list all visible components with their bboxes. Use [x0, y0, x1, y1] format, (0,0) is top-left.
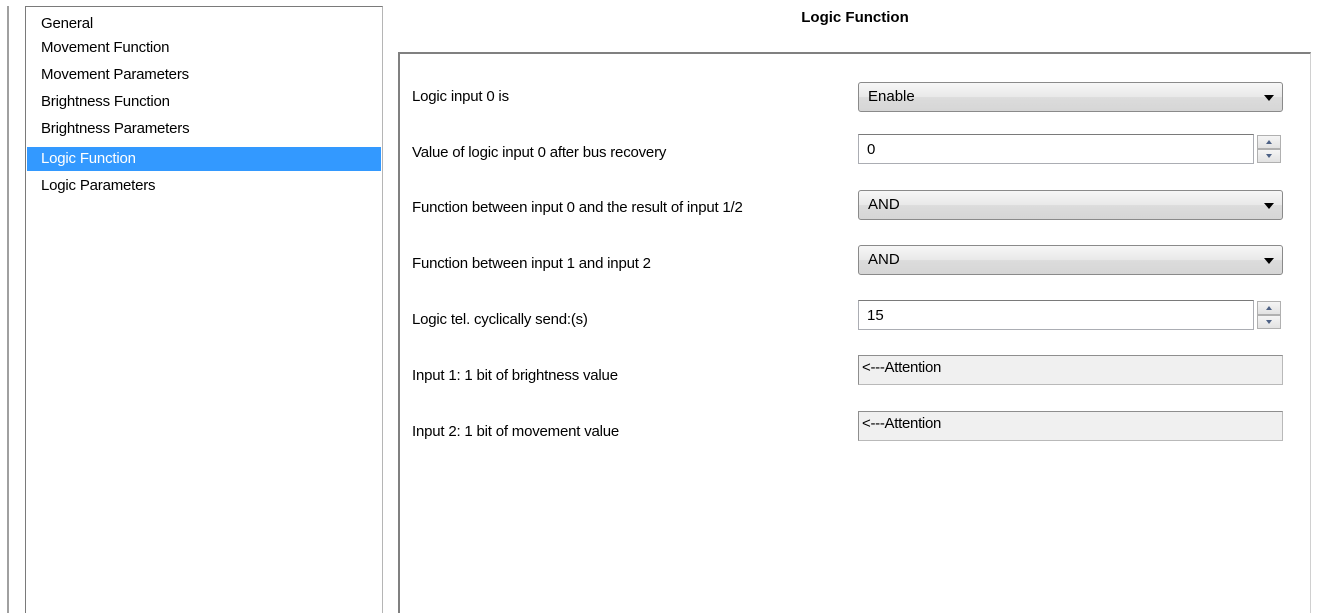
- chevron-down-icon: [1264, 203, 1274, 209]
- chevron-down-icon: [1264, 95, 1274, 101]
- spin-up-icon: [1266, 140, 1272, 144]
- function-input-1-2-dropdown[interactable]: AND: [858, 245, 1283, 275]
- knx-parameter-window: General Movement Function Movement Param…: [0, 0, 1324, 613]
- param-label-cyclic-send: Logic tel. cyclically send:(s): [412, 311, 588, 328]
- logic-input-0-dropdown[interactable]: Enable: [858, 82, 1283, 112]
- chevron-down-icon: [1264, 258, 1274, 264]
- spin-down-button[interactable]: [1257, 315, 1281, 329]
- value-after-bus-recovery-input[interactable]: [858, 134, 1254, 164]
- attention-text: <---Attention: [862, 359, 942, 376]
- dropdown-value: AND: [868, 251, 900, 268]
- param-label-function-input-0: Function between input 0 and the result …: [412, 199, 743, 216]
- cyclic-send-spinbox: [858, 300, 1283, 330]
- spin-up-button[interactable]: [1257, 301, 1281, 315]
- nav-item-logic-function[interactable]: Logic Function: [27, 147, 381, 171]
- spin-down-button[interactable]: [1257, 149, 1281, 163]
- parameter-tree: General Movement Function Movement Param…: [25, 6, 383, 613]
- nav-item-movement-parameters[interactable]: Movement Parameters: [35, 63, 189, 87]
- nav-item-general[interactable]: General: [35, 12, 93, 36]
- dropdown-value: AND: [868, 196, 900, 213]
- cyclic-send-input[interactable]: [858, 300, 1254, 330]
- function-input-0-dropdown[interactable]: AND: [858, 190, 1283, 220]
- attention-text: <---Attention: [862, 415, 942, 432]
- nav-item-movement-function[interactable]: Movement Function: [35, 36, 170, 60]
- spin-up-icon: [1266, 306, 1272, 310]
- nav-item-brightness-parameters[interactable]: Brightness Parameters: [35, 117, 190, 141]
- input-1-attention-field: <---Attention: [858, 355, 1283, 385]
- nav-item-brightness-function[interactable]: Brightness Function: [35, 90, 170, 114]
- nav-edge: [7, 6, 9, 613]
- param-label-logic-input-0: Logic input 0 is: [412, 88, 509, 105]
- page-title: Logic Function: [801, 9, 909, 26]
- param-label-value-after-bus-recovery: Value of logic input 0 after bus recover…: [412, 144, 667, 161]
- spin-down-icon: [1266, 320, 1272, 324]
- param-label-function-input-1-2: Function between input 1 and input 2: [412, 255, 651, 272]
- input-2-attention-field: <---Attention: [858, 411, 1283, 441]
- spin-down-icon: [1266, 154, 1272, 158]
- nav-item-logic-parameters[interactable]: Logic Parameters: [35, 174, 156, 198]
- param-label-input-1-brightness: Input 1: 1 bit of brightness value: [412, 367, 618, 384]
- spin-up-button[interactable]: [1257, 135, 1281, 149]
- value-after-bus-recovery-spinbox: [858, 134, 1283, 164]
- dropdown-value: Enable: [868, 88, 915, 105]
- param-label-input-2-movement: Input 2: 1 bit of movement value: [412, 423, 620, 440]
